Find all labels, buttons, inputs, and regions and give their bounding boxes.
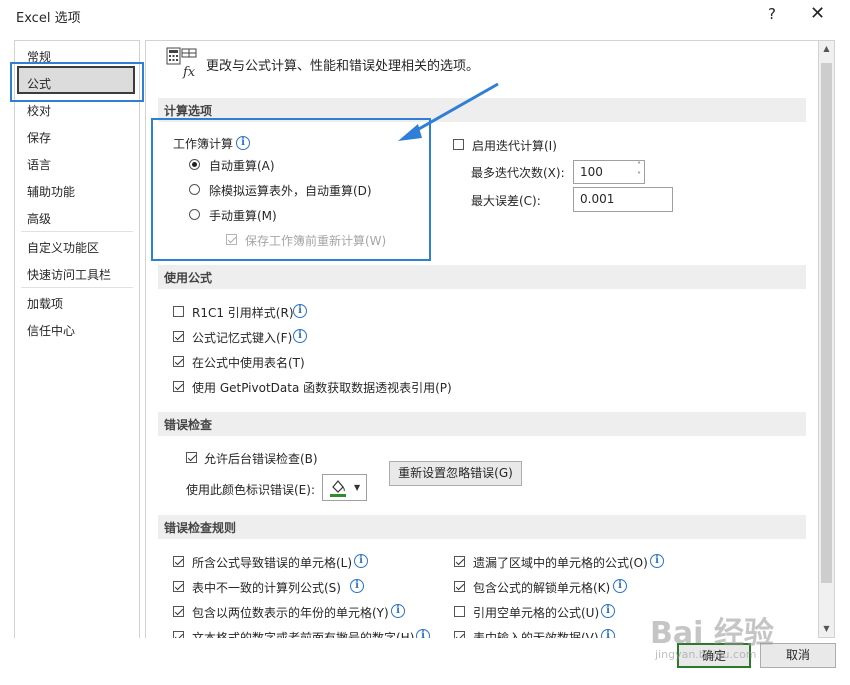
calc-annotation-box (151, 118, 431, 261)
checkbox-rule-omitted-cells[interactable] (454, 556, 465, 567)
info-icon[interactable]: i (293, 304, 307, 318)
content-scrollbar[interactable]: ▲ ▼ (818, 40, 835, 638)
section-error-checking: 错误检查 (158, 412, 806, 436)
section-working-formulas: 使用公式 (158, 265, 806, 289)
chevron-down-icon: ▼ (354, 483, 361, 492)
info-icon[interactable]: i (391, 604, 405, 618)
max-iterations-label: 最多迭代次数(X): (471, 166, 565, 180)
section-title: 计算选项 (164, 104, 213, 118)
watermark-logo: Bai 经验 (650, 616, 774, 651)
info-icon[interactable]: i (354, 554, 368, 568)
checkbox-rule-empty-cells[interactable] (454, 606, 465, 617)
sidebar-item-quick-access[interactable]: 快速访问工具栏 (27, 266, 111, 283)
sidebar-annotation-box (10, 62, 144, 102)
header-description: 更改与公式计算、性能和错误处理相关的选项。 (206, 59, 480, 74)
rule-label: 所含公式导致错误的单元格(L) (192, 556, 353, 570)
max-change-label: 最大误差(C): (471, 194, 541, 208)
info-icon[interactable]: i (350, 579, 364, 593)
sidebar-item-trust-center[interactable]: 信任中心 (27, 322, 75, 339)
max-change-value: 0.001 (580, 192, 615, 206)
checkbox-table-names[interactable] (173, 356, 184, 367)
sidebar-divider (21, 231, 133, 232)
sidebar-item-proofing[interactable]: 校对 (27, 102, 51, 119)
annotation-arrow (398, 82, 499, 141)
error-color-label: 使用此颜色标识错误(E): (186, 483, 315, 497)
background-error-label: 允许后台错误检查(B) (204, 452, 318, 466)
section-title: 错误检查规则 (164, 521, 237, 535)
info-icon[interactable]: i (601, 604, 615, 618)
rule-label: 包含公式的解锁单元格(K) (473, 581, 611, 595)
max-iterations-input[interactable]: 100 ˄ ˅ (573, 160, 645, 184)
getpivotdata-label: 使用 GetPivotData 函数获取数据透视表引用(P) (192, 381, 452, 395)
error-color-picker[interactable]: ▼ (322, 474, 367, 501)
checkbox-rule-error-formulas[interactable] (173, 556, 184, 567)
help-button[interactable]: ? (768, 5, 776, 23)
sidebar-item-advanced[interactable]: 高级 (27, 210, 51, 227)
rule-label: 遗漏了区域中的单元格的公式(O) (473, 556, 648, 570)
max-change-input[interactable]: 0.001 (573, 187, 673, 212)
sidebar-divider (21, 287, 133, 288)
rule-label: 引用空单元格的公式(U) (473, 606, 600, 620)
r1c1-label: R1C1 引用样式(R) (192, 306, 294, 320)
spin-down-icon[interactable]: ˅ (637, 171, 641, 180)
reset-ignored-errors-button[interactable]: 重新设置忽略错误(G) (389, 461, 522, 486)
title-bar: Excel 选项 ? ✕ (0, 0, 850, 32)
sidebar-item-save[interactable]: 保存 (27, 129, 51, 146)
section-error-rules: 错误检查规则 (158, 515, 806, 539)
info-icon[interactable]: i (650, 554, 664, 568)
info-icon[interactable]: i (293, 329, 307, 343)
scroll-thumb[interactable] (821, 63, 832, 583)
checkbox-r1c1[interactable] (173, 306, 184, 317)
checkbox-background-error[interactable] (186, 452, 197, 463)
table-names-label: 在公式中使用表名(T) (192, 356, 305, 370)
options-sidebar: 常规 公式 校对 保存 语言 辅助功能 高级 自定义功能区 快速访问工具栏 加载… (14, 40, 140, 640)
sidebar-item-accessibility[interactable]: 辅助功能 (27, 183, 75, 200)
watermark-url: jingyan.baidu.com (655, 648, 757, 661)
spin-up-icon[interactable]: ˄ (637, 161, 641, 170)
sidebar-item-addins[interactable]: 加载项 (27, 295, 63, 312)
formula-autocomplete-label: 公式记忆式键入(F) (192, 331, 293, 345)
window-title: Excel 选项 (16, 11, 81, 26)
checkbox-formula-autocomplete[interactable] (173, 331, 184, 342)
info-icon[interactable]: i (613, 579, 627, 593)
checkbox-rule-inconsistent-column[interactable] (173, 581, 184, 592)
sidebar-item-language[interactable]: 语言 (27, 156, 51, 173)
paint-bucket-icon (330, 480, 346, 497)
svg-text:fx: fx (182, 65, 196, 79)
scroll-up-icon[interactable]: ▲ (819, 41, 834, 57)
section-title: 错误检查 (164, 418, 213, 432)
rule-label: 包含以两位数表示的年份的单元格(Y) (192, 606, 389, 620)
rule-label: 表中不一致的计算列公式(S) (192, 581, 341, 595)
section-title: 使用公式 (164, 271, 213, 285)
formula-icon: fx (166, 47, 197, 79)
close-button[interactable]: ✕ (810, 3, 825, 24)
max-iterations-value: 100 (580, 165, 603, 179)
checkbox-rule-two-digit-years[interactable] (173, 606, 184, 617)
scroll-down-icon[interactable]: ▼ (819, 621, 834, 637)
checkbox-rule-unlocked-cells[interactable] (454, 581, 465, 592)
sidebar-item-customize-ribbon[interactable]: 自定义功能区 (27, 239, 99, 256)
checkbox-getpivotdata[interactable] (173, 381, 184, 392)
